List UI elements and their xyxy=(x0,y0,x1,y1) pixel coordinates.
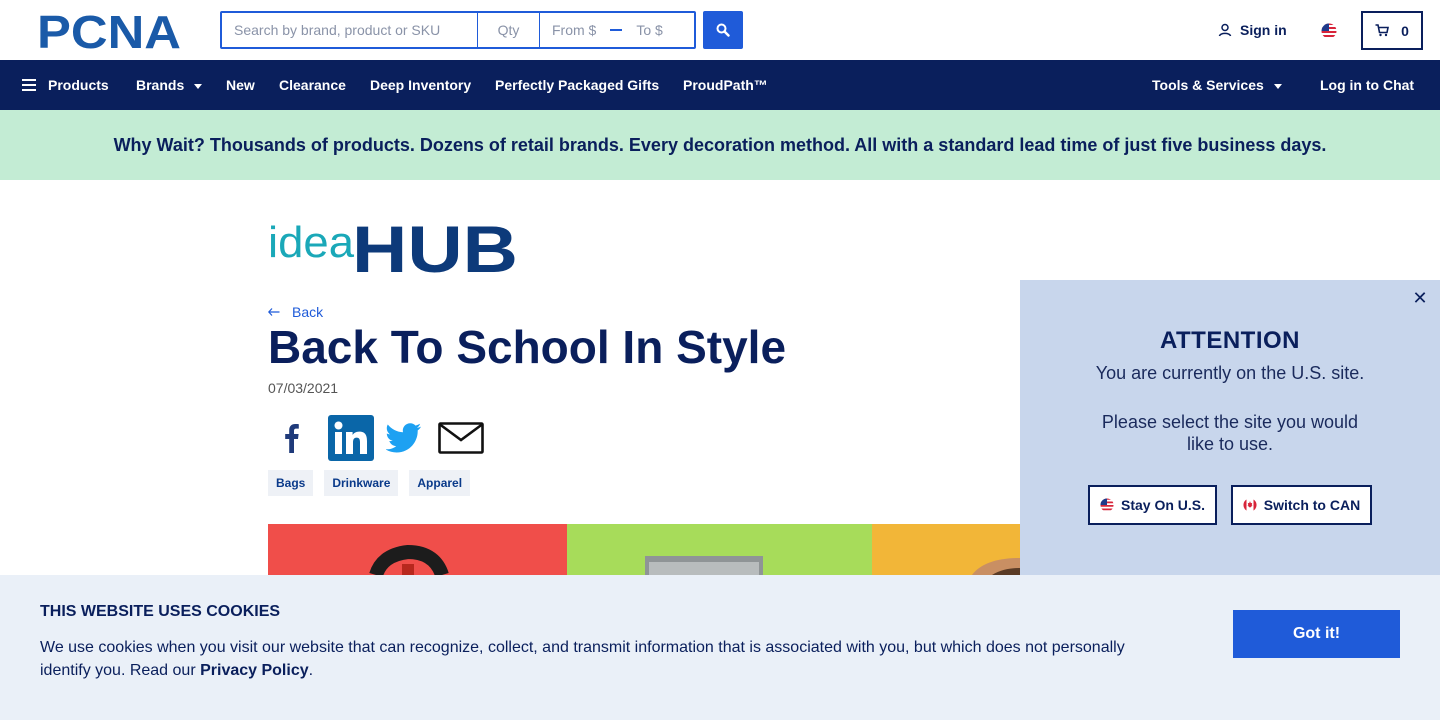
range-dash xyxy=(610,29,623,31)
modal-current-site-text: You are currently on the U.S. site. xyxy=(1095,363,1365,383)
user-icon xyxy=(1218,23,1232,37)
article-date: 07/03/2021 xyxy=(268,380,339,396)
modal-title: ATTENTION xyxy=(1159,327,1301,354)
search-button[interactable] xyxy=(703,11,743,49)
nav-gifts[interactable]: Perfectly Packaged Gifts xyxy=(495,77,659,93)
nav-tools-label: Tools & Services xyxy=(1152,77,1264,93)
qty-input[interactable]: Qty xyxy=(478,13,540,47)
cookie-title: THIS WEBSITE USES COOKIES xyxy=(40,603,281,620)
email-icon[interactable] xyxy=(438,422,484,454)
cookie-suffix: . xyxy=(308,662,314,679)
nav-proudpath-label: ProudPath™ xyxy=(683,77,768,93)
top-header: PCNA Search by brand, product or SKU Qty… xyxy=(0,0,1440,60)
back-link[interactable]: Back xyxy=(268,304,323,320)
price-range-input[interactable]: From $ To $ xyxy=(540,13,694,47)
nav-new-label: New xyxy=(226,77,255,93)
ideahub-hub-text: HUB xyxy=(352,214,518,274)
hero-panel-apparel xyxy=(872,524,1020,575)
modal-select-text-2: like to use. xyxy=(1186,434,1274,454)
nav-chat-label: Log in to Chat xyxy=(1320,77,1415,93)
article-title: Back To School In Style xyxy=(268,321,787,373)
switch-can-button[interactable]: Switch to CAN xyxy=(1231,485,1372,525)
nav-new[interactable]: New xyxy=(226,77,255,93)
sign-in-link[interactable]: Sign in xyxy=(1218,22,1287,38)
nav-tools-services[interactable]: Tools & Services xyxy=(1152,77,1282,93)
cart-icon xyxy=(1375,24,1390,37)
search-input[interactable]: Search by brand, product or SKU xyxy=(222,13,478,47)
nav-proudpath[interactable]: ProudPath™ xyxy=(683,77,768,93)
chevron-down-icon xyxy=(194,83,203,89)
menu-icon xyxy=(22,79,36,91)
cookie-banner: THIS WEBSITE USES COOKIES We use cookies… xyxy=(0,575,1440,720)
hero-panel-tumbler xyxy=(567,524,872,575)
nav-deep-inventory[interactable]: Deep Inventory xyxy=(370,77,471,93)
tag-list: Bags Drinkware Apparel xyxy=(268,470,481,496)
modal-select-text-1: Please select the site you would xyxy=(1101,412,1359,432)
ideahub-logo[interactable]: idea HUB xyxy=(268,212,520,286)
nav-clearance-label: Clearance xyxy=(279,77,346,93)
price-from-input[interactable]: From $ xyxy=(552,22,596,38)
pcna-logo[interactable]: PCNA xyxy=(37,6,185,58)
promo-banner-text: Why Wait? Thousands of products. Dozens … xyxy=(113,134,1327,155)
nav-brands-label: Brands xyxy=(136,77,185,93)
cookie-accept-button[interactable]: Got it! xyxy=(1233,610,1400,658)
linkedin-icon[interactable] xyxy=(328,415,374,461)
nav-products[interactable]: Products xyxy=(22,77,109,93)
privacy-policy-link[interactable]: Privacy Policy xyxy=(200,662,309,679)
region-modal: ✕ ATTENTION You are currently on the U.S… xyxy=(1020,280,1440,575)
nav-deep-inventory-label: Deep Inventory xyxy=(370,77,472,93)
back-label: Back xyxy=(292,304,324,320)
cookie-text: We use cookies when you visit our websit… xyxy=(40,636,1150,682)
arrow-left-icon xyxy=(268,308,280,316)
share-bar xyxy=(268,414,484,462)
logo-text: PCNA xyxy=(37,12,181,50)
hero-image xyxy=(268,524,1020,575)
us-flag-icon[interactable] xyxy=(1321,23,1337,44)
promo-banner: Why Wait? Thousands of products. Dozens … xyxy=(0,110,1440,180)
cart-count: 0 xyxy=(1401,22,1409,39)
search-group: Search by brand, product or SKU Qty From… xyxy=(220,11,696,49)
nav-gifts-label: Perfectly Packaged Gifts xyxy=(495,77,660,93)
stay-us-label: Stay On U.S. xyxy=(1120,497,1206,513)
cart-button[interactable]: 0 xyxy=(1361,11,1423,50)
stay-us-button[interactable]: Stay On U.S. xyxy=(1088,485,1217,525)
canada-flag-icon xyxy=(1243,498,1257,512)
ideahub-idea-text: idea xyxy=(268,218,355,267)
nav-chat-login[interactable]: Log in to Chat xyxy=(1320,77,1414,93)
sign-in-label: Sign in xyxy=(1240,22,1287,38)
us-flag-icon xyxy=(1100,498,1114,512)
close-icon[interactable]: ✕ xyxy=(1410,288,1430,308)
search-icon xyxy=(716,23,730,37)
main-nav: Products Brands New Clearance Deep Inven… xyxy=(0,60,1440,110)
hero-panel-bag xyxy=(268,524,567,575)
tag-apparel[interactable]: Apparel xyxy=(409,470,471,496)
price-to-input[interactable]: To $ xyxy=(636,22,662,38)
chevron-down-icon xyxy=(1273,83,1282,89)
tag-bags[interactable]: Bags xyxy=(268,470,314,496)
nav-brands[interactable]: Brands xyxy=(136,77,203,93)
nav-clearance[interactable]: Clearance xyxy=(279,77,346,93)
nav-products-label: Products xyxy=(48,77,109,93)
twitter-icon[interactable] xyxy=(386,423,422,453)
switch-can-label: Switch to CAN xyxy=(1263,497,1361,513)
tag-drinkware[interactable]: Drinkware xyxy=(324,470,399,496)
facebook-icon[interactable] xyxy=(268,423,316,453)
